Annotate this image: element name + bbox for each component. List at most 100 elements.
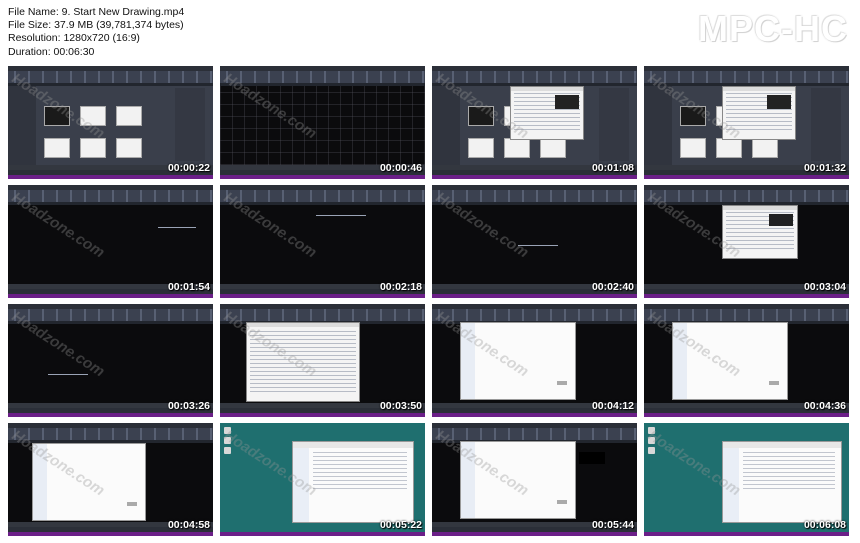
timestamp-label: 00:00:22	[167, 162, 210, 174]
drawn-line	[158, 227, 196, 228]
video-thumbnail[interactable]: Hoadzone.com 00:03:04	[644, 185, 849, 298]
video-thumbnail[interactable]: Hoadzone.com 00:00:46	[220, 66, 425, 179]
timestamp-label: 00:05:44	[591, 519, 634, 531]
windows-taskbar	[8, 532, 213, 536]
dialog-title-bar	[247, 323, 359, 327]
drawn-line	[316, 215, 366, 216]
start-right-panel	[811, 88, 841, 161]
timestamp-label: 00:01:32	[803, 162, 846, 174]
recent-drawing-tile[interactable]	[468, 138, 494, 158]
video-thumbnail[interactable]: Hoadzone.com 00:01:54	[8, 185, 213, 298]
video-thumbnail[interactable]: Hoadzone.com 00:00:22	[8, 66, 213, 179]
recent-drawing-tile[interactable]	[680, 138, 706, 158]
explorer-file-list	[743, 452, 835, 492]
ribbon-toolbar	[432, 309, 637, 321]
template-preview	[769, 214, 793, 226]
thumbnail-grid: Hoadzone.com 00:00:22 Hoadzone.com 00:00:46…	[8, 66, 852, 538]
ribbon-toolbar	[8, 71, 213, 83]
dialog-status	[557, 500, 567, 504]
ribbon-toolbar	[8, 309, 213, 321]
video-thumbnail[interactable]: Hoadzone.com 00:05:22	[220, 423, 425, 536]
timestamp-label: 00:02:18	[379, 281, 422, 293]
ribbon-toolbar	[644, 309, 849, 321]
recent-drawing-tile[interactable]	[716, 138, 742, 158]
resolution: Resolution: 1280x720 (16:9)	[8, 32, 140, 45]
dialog-title-bar	[723, 206, 797, 210]
start-right-panel	[599, 88, 629, 161]
recent-drawing-tile[interactable]	[80, 138, 106, 158]
ribbon-toolbar	[432, 428, 637, 440]
ribbon-toolbar	[220, 190, 425, 202]
windows-taskbar	[644, 294, 849, 298]
windows-taskbar	[644, 175, 849, 179]
windows-taskbar	[432, 413, 637, 417]
ribbon-toolbar	[432, 190, 637, 202]
video-thumbnail[interactable]: Hoadzone.com 00:03:26	[8, 304, 213, 417]
duration: Duration: 00:06:30	[8, 45, 95, 58]
timestamp-label: 00:00:46	[379, 162, 422, 174]
video-thumbnail[interactable]: Hoadzone.com 00:04:58	[8, 423, 213, 536]
windows-taskbar	[220, 175, 425, 179]
windows-taskbar	[8, 175, 213, 179]
video-thumbnail[interactable]: Hoadzone.com 00:01:08	[432, 66, 637, 179]
timestamp-label: 00:01:54	[167, 281, 210, 293]
dialog-status	[769, 381, 779, 385]
timestamp-label: 00:03:04	[803, 281, 846, 293]
drawn-line	[48, 374, 88, 375]
video-thumbnail[interactable]: Hoadzone.com 00:03:50	[220, 304, 425, 417]
timestamp-label: 00:05:22	[379, 519, 422, 531]
timestamp-label: 00:03:50	[379, 400, 422, 412]
timestamp-label: 00:06:08	[803, 519, 846, 531]
ribbon-toolbar	[8, 428, 213, 440]
ribbon-toolbar	[432, 71, 637, 83]
windows-taskbar	[432, 532, 637, 536]
windows-taskbar	[220, 294, 425, 298]
ribbon-toolbar	[220, 71, 425, 83]
timestamp-label: 00:01:08	[591, 162, 634, 174]
desktop-icon[interactable]	[648, 447, 655, 454]
template-preview	[555, 95, 579, 109]
ribbon-toolbar	[8, 190, 213, 202]
timestamp-label: 00:04:36	[803, 400, 846, 412]
dialog-title-bar	[723, 87, 795, 91]
recent-drawing-tile[interactable]	[44, 138, 70, 158]
windows-taskbar	[432, 294, 637, 298]
video-thumbnail[interactable]: Hoadzone.com 00:02:40	[432, 185, 637, 298]
file-size: File Size: 37.9 MB (39,781,374 bytes)	[8, 19, 184, 32]
ribbon-toolbar	[644, 71, 849, 83]
video-thumbnail[interactable]: Hoadzone.com 00:02:18	[220, 185, 425, 298]
ribbon-toolbar	[644, 190, 849, 202]
video-thumbnail[interactable]: Hoadzone.com 00:06:08	[644, 423, 849, 536]
video-thumbnail[interactable]: Hoadzone.com 00:01:32	[644, 66, 849, 179]
timestamp-label: 00:04:58	[167, 519, 210, 531]
recent-drawing-tile[interactable]	[752, 138, 778, 158]
windows-taskbar	[644, 532, 849, 536]
recent-drawing-tile[interactable]	[504, 138, 530, 158]
windows-taskbar	[8, 413, 213, 417]
windows-taskbar	[8, 294, 213, 298]
explorer-file-list	[313, 452, 407, 492]
dialog-status	[557, 381, 567, 385]
file-info: File Name: 9. Start New Drawing.mp4 File…	[8, 6, 184, 59]
desktop-icon[interactable]	[224, 447, 231, 454]
windows-taskbar	[220, 413, 425, 417]
start-right-panel	[175, 88, 205, 161]
recent-drawing-tile[interactable]	[116, 138, 142, 158]
timestamp-label: 00:04:12	[591, 400, 634, 412]
recent-drawing-tile[interactable]	[116, 106, 142, 126]
ribbon-toolbar	[220, 309, 425, 321]
recent-drawing-tile[interactable]	[540, 138, 566, 158]
explorer-toolbar	[723, 442, 841, 448]
timestamp-label: 00:03:26	[167, 400, 210, 412]
windows-taskbar	[220, 532, 425, 536]
video-thumbnail[interactable]: Hoadzone.com 00:04:12	[432, 304, 637, 417]
file-name: File Name: 9. Start New Drawing.mp4	[8, 6, 185, 18]
video-thumbnail[interactable]: Hoadzone.com 00:05:44	[432, 423, 637, 536]
preview-panel	[579, 452, 605, 464]
timestamp-label: 00:02:40	[591, 281, 634, 293]
player-logo: MPC-HC	[698, 8, 848, 49]
template-preview	[767, 95, 791, 109]
video-thumbnail[interactable]: Hoadzone.com 00:04:36	[644, 304, 849, 417]
dialog-title-bar	[511, 87, 583, 91]
windows-taskbar	[432, 175, 637, 179]
